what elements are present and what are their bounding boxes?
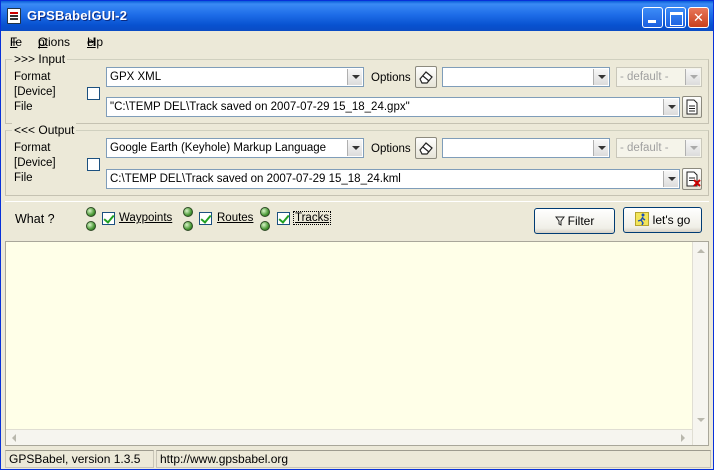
waypoints-checkbox[interactable] bbox=[102, 212, 115, 225]
input-file-field[interactable]: "C:\TEMP DEL\Track saved on 2007-07-29 1… bbox=[106, 97, 680, 117]
what-label: What ? bbox=[15, 212, 55, 226]
eraser-icon bbox=[419, 142, 433, 155]
chevron-down-icon[interactable] bbox=[347, 140, 362, 156]
waypoints-label[interactable]: Waypoints bbox=[119, 212, 172, 224]
close-button[interactable] bbox=[688, 7, 709, 28]
output-file-field[interactable]: C:\TEMP DEL\Track saved on 2007-07-29 15… bbox=[106, 169, 680, 189]
status-url: http://www.gpsbabel.org bbox=[156, 450, 711, 468]
input-options-select[interactable] bbox=[442, 67, 610, 87]
output-device-select: - default - bbox=[616, 138, 702, 158]
output-device-checkbox[interactable] bbox=[87, 158, 100, 171]
output-format-label: Format bbox=[14, 142, 51, 154]
input-device-checkbox[interactable] bbox=[87, 87, 100, 100]
save-document-icon bbox=[686, 171, 701, 187]
input-device-select: - default - bbox=[616, 67, 702, 87]
filter-button[interactable]: Filter bbox=[534, 208, 615, 234]
output-file-value: C:\TEMP DEL\Track saved on 2007-07-29 15… bbox=[110, 173, 401, 185]
document-icon bbox=[686, 99, 698, 115]
scroll-up-icon[interactable] bbox=[697, 249, 705, 253]
output-format-select[interactable]: Google Earth (Keyhole) Markup Language bbox=[106, 138, 364, 158]
app-icon bbox=[7, 8, 21, 24]
routes-label[interactable]: Routes bbox=[217, 212, 253, 224]
input-default-value: - default - bbox=[620, 71, 669, 83]
chevron-down-icon bbox=[685, 140, 700, 156]
input-legend: >>> Input bbox=[12, 52, 68, 66]
scroll-down-icon[interactable] bbox=[697, 418, 705, 422]
output-file-label: File bbox=[14, 172, 33, 184]
chevron-down-icon[interactable] bbox=[347, 69, 362, 85]
output-options-label: Options bbox=[371, 143, 411, 155]
status-bar: GPSBabel, version 1.3.5 http://www.gpsba… bbox=[1, 449, 713, 469]
waypoints-input-led-icon bbox=[86, 207, 96, 217]
output-device-label: [Device] bbox=[14, 157, 56, 169]
what-row: What ? Waypoints Routes Tracks Filter le… bbox=[5, 201, 709, 237]
eraser-icon bbox=[419, 71, 433, 84]
input-options-button[interactable] bbox=[415, 66, 437, 88]
chevron-down-icon[interactable] bbox=[593, 140, 608, 156]
output-options-button[interactable] bbox=[415, 137, 437, 159]
input-format-select[interactable]: GPX XML bbox=[106, 67, 364, 87]
window-title: GPSBabelGUI-2 bbox=[27, 8, 128, 23]
tracks-label[interactable]: Tracks bbox=[292, 211, 332, 225]
filter-label: Filter bbox=[567, 214, 595, 228]
routes-checkbox[interactable] bbox=[199, 212, 212, 225]
tracks-input-led-icon bbox=[260, 207, 270, 217]
log-output-area[interactable] bbox=[5, 241, 709, 446]
chevron-down-icon[interactable] bbox=[663, 171, 678, 187]
input-format-label: Format bbox=[14, 71, 51, 83]
input-options-label: Options bbox=[371, 72, 411, 84]
lets-go-button[interactable]: let's go bbox=[623, 207, 702, 233]
menu-file-rest: ile bbox=[10, 35, 23, 49]
maximize-button[interactable] bbox=[665, 7, 686, 28]
menu-help-rest: elp bbox=[87, 35, 104, 49]
input-format-value: GPX XML bbox=[110, 71, 162, 83]
lets-go-label: let's go bbox=[652, 213, 691, 227]
scroll-right-icon[interactable] bbox=[681, 434, 685, 442]
status-version: GPSBabel, version 1.3.5 bbox=[5, 450, 154, 468]
output-legend: <<< Output bbox=[12, 123, 77, 137]
output-format-value: Google Earth (Keyhole) Markup Language bbox=[110, 142, 327, 154]
menu-bar: File Options Help bbox=[1, 31, 713, 50]
chevron-down-icon[interactable] bbox=[593, 69, 608, 85]
tracks-output-led-icon bbox=[260, 221, 270, 231]
menu-options-rest: ptions bbox=[38, 35, 71, 49]
runner-icon bbox=[634, 212, 649, 226]
chevron-down-icon bbox=[685, 69, 700, 85]
minimize-button[interactable] bbox=[642, 7, 663, 28]
title-bar[interactable]: GPSBabelGUI-2 bbox=[1, 1, 713, 31]
output-group: <<< Output Format [Device] File Google E… bbox=[5, 123, 709, 196]
input-device-label: [Device] bbox=[14, 86, 56, 98]
routes-input-led-icon bbox=[183, 207, 193, 217]
input-file-label: File bbox=[14, 101, 33, 113]
filter-icon bbox=[554, 210, 565, 226]
tracks-checkbox[interactable] bbox=[277, 212, 290, 225]
output-options-select[interactable] bbox=[442, 138, 610, 158]
horizontal-scrollbar[interactable] bbox=[6, 429, 692, 445]
input-group: >>> Input Format [Device] File GPX XML O… bbox=[5, 52, 709, 124]
output-file-save-button[interactable] bbox=[682, 168, 702, 190]
routes-output-led-icon bbox=[183, 221, 193, 231]
input-file-browse-button[interactable] bbox=[682, 96, 702, 118]
chevron-down-icon[interactable] bbox=[663, 99, 678, 115]
output-default-value: - default - bbox=[620, 142, 669, 154]
scroll-left-icon[interactable] bbox=[12, 434, 16, 442]
app-window: GPSBabelGUI-2 File Options Help >>> Inpu… bbox=[0, 0, 714, 470]
input-file-value: "C:\TEMP DEL\Track saved on 2007-07-29 1… bbox=[110, 101, 410, 113]
waypoints-output-led-icon bbox=[86, 221, 96, 231]
vertical-scrollbar[interactable] bbox=[692, 242, 708, 445]
